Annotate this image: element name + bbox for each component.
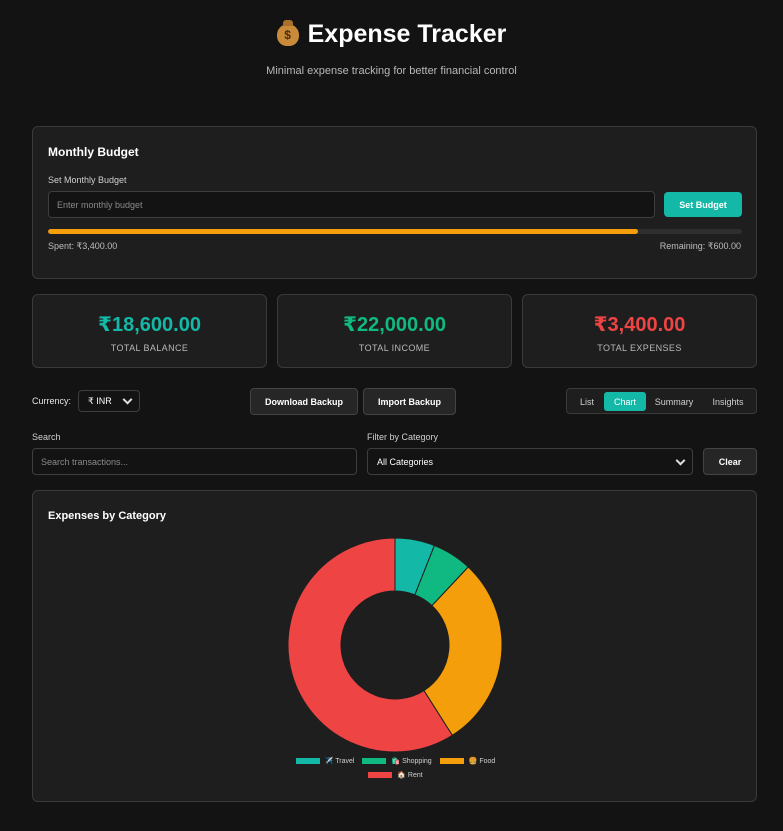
- header: $ Expense Tracker Minimal expense tracki…: [0, 19, 783, 77]
- chevron-down-icon: [675, 455, 686, 466]
- legend-label: 🛍️ Shopping: [391, 758, 432, 765]
- monthly-budget-card: Monthly Budget Set Monthly Budget Set Bu…: [32, 126, 757, 279]
- currency-select[interactable]: ₹ INR: [78, 390, 140, 412]
- legend-item[interactable]: 🏠 Rent: [368, 771, 423, 779]
- view-tabs: List Chart Summary Insights: [566, 388, 757, 414]
- category-filter-value: All Categories: [377, 456, 434, 467]
- filter-label: Filter by Category: [367, 432, 439, 442]
- budget-input[interactable]: [48, 191, 655, 218]
- category-filter-select[interactable]: All Categories: [367, 448, 693, 475]
- page-title: $ Expense Tracker: [276, 19, 507, 49]
- legend-label: ✈️ Travel: [324, 758, 355, 765]
- legend-swatch: [439, 758, 464, 764]
- search-input[interactable]: [32, 448, 357, 475]
- expenses-chart-card: Expenses by Category ✈️ Travel 🛍️ Shoppin…: [32, 490, 757, 802]
- total-balance-label: TOTAL BALANCE: [110, 343, 189, 353]
- total-expenses-value: ₹3,400.00: [593, 314, 686, 336]
- budget-field-label: Set Monthly Budget: [48, 175, 127, 185]
- download-backup-button[interactable]: Download Backup: [250, 388, 358, 415]
- budget-progress-fill: [48, 229, 638, 234]
- legend-swatch: [362, 758, 387, 764]
- chart-legend-row-2: 🏠 Rent: [33, 771, 758, 779]
- tab-list[interactable]: List: [571, 392, 603, 411]
- total-balance-card: ₹18,600.00 TOTAL BALANCE: [32, 294, 267, 368]
- remaining-text: Remaining: ₹600.00: [659, 241, 741, 251]
- budget-heading: Monthly Budget: [48, 145, 139, 159]
- chevron-down-icon: [122, 394, 133, 405]
- tab-chart[interactable]: Chart: [604, 392, 646, 411]
- search-label: Search: [32, 432, 61, 442]
- legend-item[interactable]: 🛍️ Shopping: [362, 757, 432, 765]
- page-subtitle: Minimal expense tracking for better fina…: [266, 64, 517, 77]
- budget-progress-bar: [48, 229, 742, 234]
- legend-swatch: [368, 772, 393, 778]
- total-expenses-card: ₹3,400.00 TOTAL EXPENSES: [522, 294, 757, 368]
- currency-label: Currency:: [32, 396, 72, 406]
- legend-item[interactable]: 🍔 Food: [439, 757, 496, 765]
- legend-label: 🏠 Rent: [397, 772, 423, 779]
- chart-legend: ✈️ Travel 🛍️ Shopping 🍔 Food: [33, 757, 758, 765]
- total-income-label: TOTAL INCOME: [358, 343, 431, 353]
- legend-swatch: [295, 758, 320, 764]
- chart-title: Expenses by Category: [48, 510, 166, 522]
- app-title: Expense Tracker: [307, 20, 507, 48]
- legend-label: 🍔 Food: [468, 758, 496, 765]
- import-backup-button[interactable]: Import Backup: [363, 388, 456, 415]
- total-income-value: ₹22,000.00: [343, 314, 446, 336]
- total-income-card: ₹22,000.00 TOTAL INCOME: [277, 294, 512, 368]
- tab-summary[interactable]: Summary: [648, 392, 700, 411]
- set-budget-button[interactable]: Set Budget: [664, 192, 742, 217]
- total-expenses-label: TOTAL EXPENSES: [597, 343, 682, 353]
- clear-button[interactable]: Clear: [703, 448, 757, 475]
- donut-chart: [287, 537, 503, 753]
- currency-value: ₹ INR: [88, 395, 112, 406]
- tab-insights[interactable]: Insights: [703, 392, 753, 411]
- total-balance-value: ₹18,600.00: [98, 314, 201, 336]
- money-bag-icon: $: [276, 19, 299, 46]
- legend-item[interactable]: ✈️ Travel: [295, 757, 355, 765]
- spent-text: Spent: ₹3,400.00: [48, 241, 118, 251]
